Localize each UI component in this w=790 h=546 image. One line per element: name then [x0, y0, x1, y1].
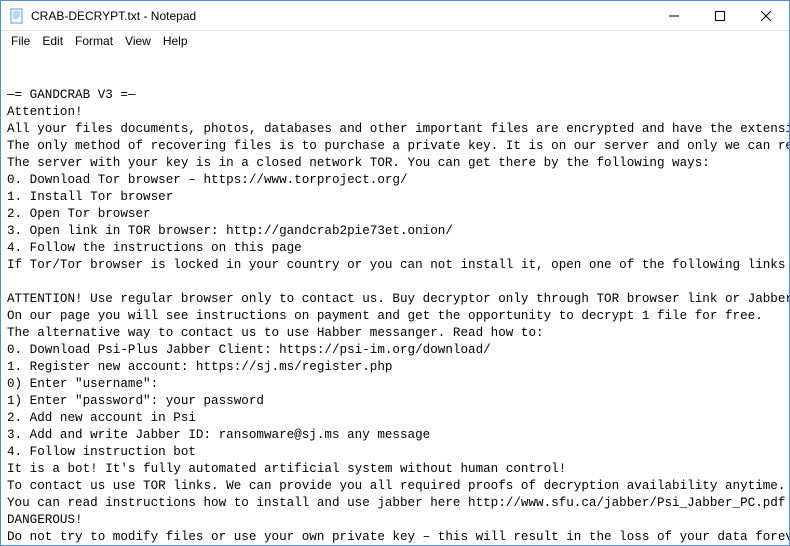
text-line: ATTENTION! Use regular browser only to c…	[7, 292, 789, 306]
text-line: 1. Register new account: https://sj.ms/r…	[7, 360, 392, 374]
menu-format[interactable]: Format	[69, 34, 119, 48]
menu-file[interactable]: File	[5, 34, 36, 48]
titlebar[interactable]: CRAB-DECRYPT.txt - Notepad	[1, 1, 789, 31]
notepad-icon	[9, 8, 25, 24]
notepad-window: CRAB-DECRYPT.txt - Notepad File Edit For…	[0, 0, 790, 546]
menu-view[interactable]: View	[119, 34, 157, 48]
window-controls	[651, 1, 789, 30]
text-line: DANGEROUS!	[7, 513, 83, 527]
text-line: The server with your key is in a closed …	[7, 156, 710, 170]
text-line: 4. Follow the instructions on this page	[7, 241, 302, 255]
text-content: —= GANDCRAB V3 =— Attention! All your fi…	[7, 87, 783, 545]
text-line: 4. Follow instruction bot	[7, 445, 196, 459]
text-line: 2. Add new account in Psi	[7, 411, 196, 425]
menu-edit[interactable]: Edit	[36, 34, 69, 48]
close-button[interactable]	[743, 1, 789, 30]
text-line: The only method of recovering files is t…	[7, 139, 789, 153]
text-line: 3. Add and write Jabber ID: ransomware@s…	[7, 428, 430, 442]
text-line: 3. Open link in TOR browser: http://gand…	[7, 224, 453, 238]
text-line: 0) Enter "username":	[7, 377, 158, 391]
maximize-button[interactable]	[697, 1, 743, 30]
text-line: 2. Open Tor browser	[7, 207, 151, 221]
text-line: 0. Download Psi-Plus Jabber Client: http…	[7, 343, 491, 357]
text-line: On our page you will see instructions on…	[7, 309, 763, 323]
text-line: If Tor/Tor browser is locked in your cou…	[7, 258, 789, 272]
minimize-button[interactable]	[651, 1, 697, 30]
text-line: —= GANDCRAB V3 =—	[7, 88, 135, 102]
text-line: To contact us use TOR links. We can prov…	[7, 479, 789, 493]
menu-help[interactable]: Help	[157, 34, 194, 48]
text-line: 1) Enter "password": your password	[7, 394, 264, 408]
text-area[interactable]: —= GANDCRAB V3 =— Attention! All your fi…	[1, 51, 789, 545]
text-line: All your files documents, photos, databa…	[7, 122, 789, 136]
window-title: CRAB-DECRYPT.txt - Notepad	[31, 9, 651, 23]
text-line: Do not try to modify files or use your o…	[7, 530, 789, 544]
text-line: 1. Install Tor browser	[7, 190, 173, 204]
text-line: 0. Download Tor browser – https://www.to…	[7, 173, 408, 187]
menubar: File Edit Format View Help	[1, 31, 789, 51]
text-line: It is a bot! It's fully automated artifi…	[7, 462, 566, 476]
text-line: The alternative way to contact us to use…	[7, 326, 544, 340]
text-line: You can read instructions how to install…	[7, 496, 785, 510]
text-line: Attention!	[7, 105, 83, 119]
